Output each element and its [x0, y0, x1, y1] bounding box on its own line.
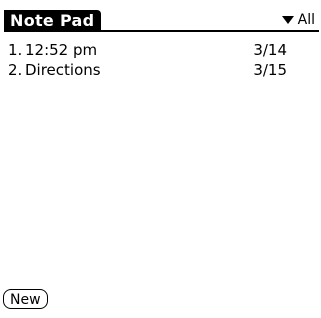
note-date: 3/15 — [253, 61, 287, 79]
new-note-button[interactable]: New — [3, 289, 48, 309]
category-label: All — [297, 12, 315, 28]
app-title[interactable]: Note Pad — [4, 10, 102, 32]
title-bar: Note Pad All — [0, 10, 321, 34]
note-date: 3/14 — [253, 41, 287, 59]
triangle-down-icon — [281, 16, 294, 24]
note-title: 12:52 pm — [25, 41, 98, 59]
note-item[interactable]: 1. 12:52 pm 3/14 — [0, 40, 321, 60]
category-dropdown[interactable]: All — [281, 10, 315, 30]
note-title: Directions — [25, 61, 101, 79]
note-number: 1. — [8, 41, 23, 59]
notepad-screen: Note Pad All 1. 12:52 pm 3/14 2. Directi… — [0, 0, 321, 318]
title-underline — [4, 30, 319, 32]
note-list: 1. 12:52 pm 3/14 2. Directions 3/15 — [0, 40, 321, 80]
note-number: 2. — [8, 61, 23, 79]
note-item[interactable]: 2. Directions 3/15 — [0, 60, 321, 80]
